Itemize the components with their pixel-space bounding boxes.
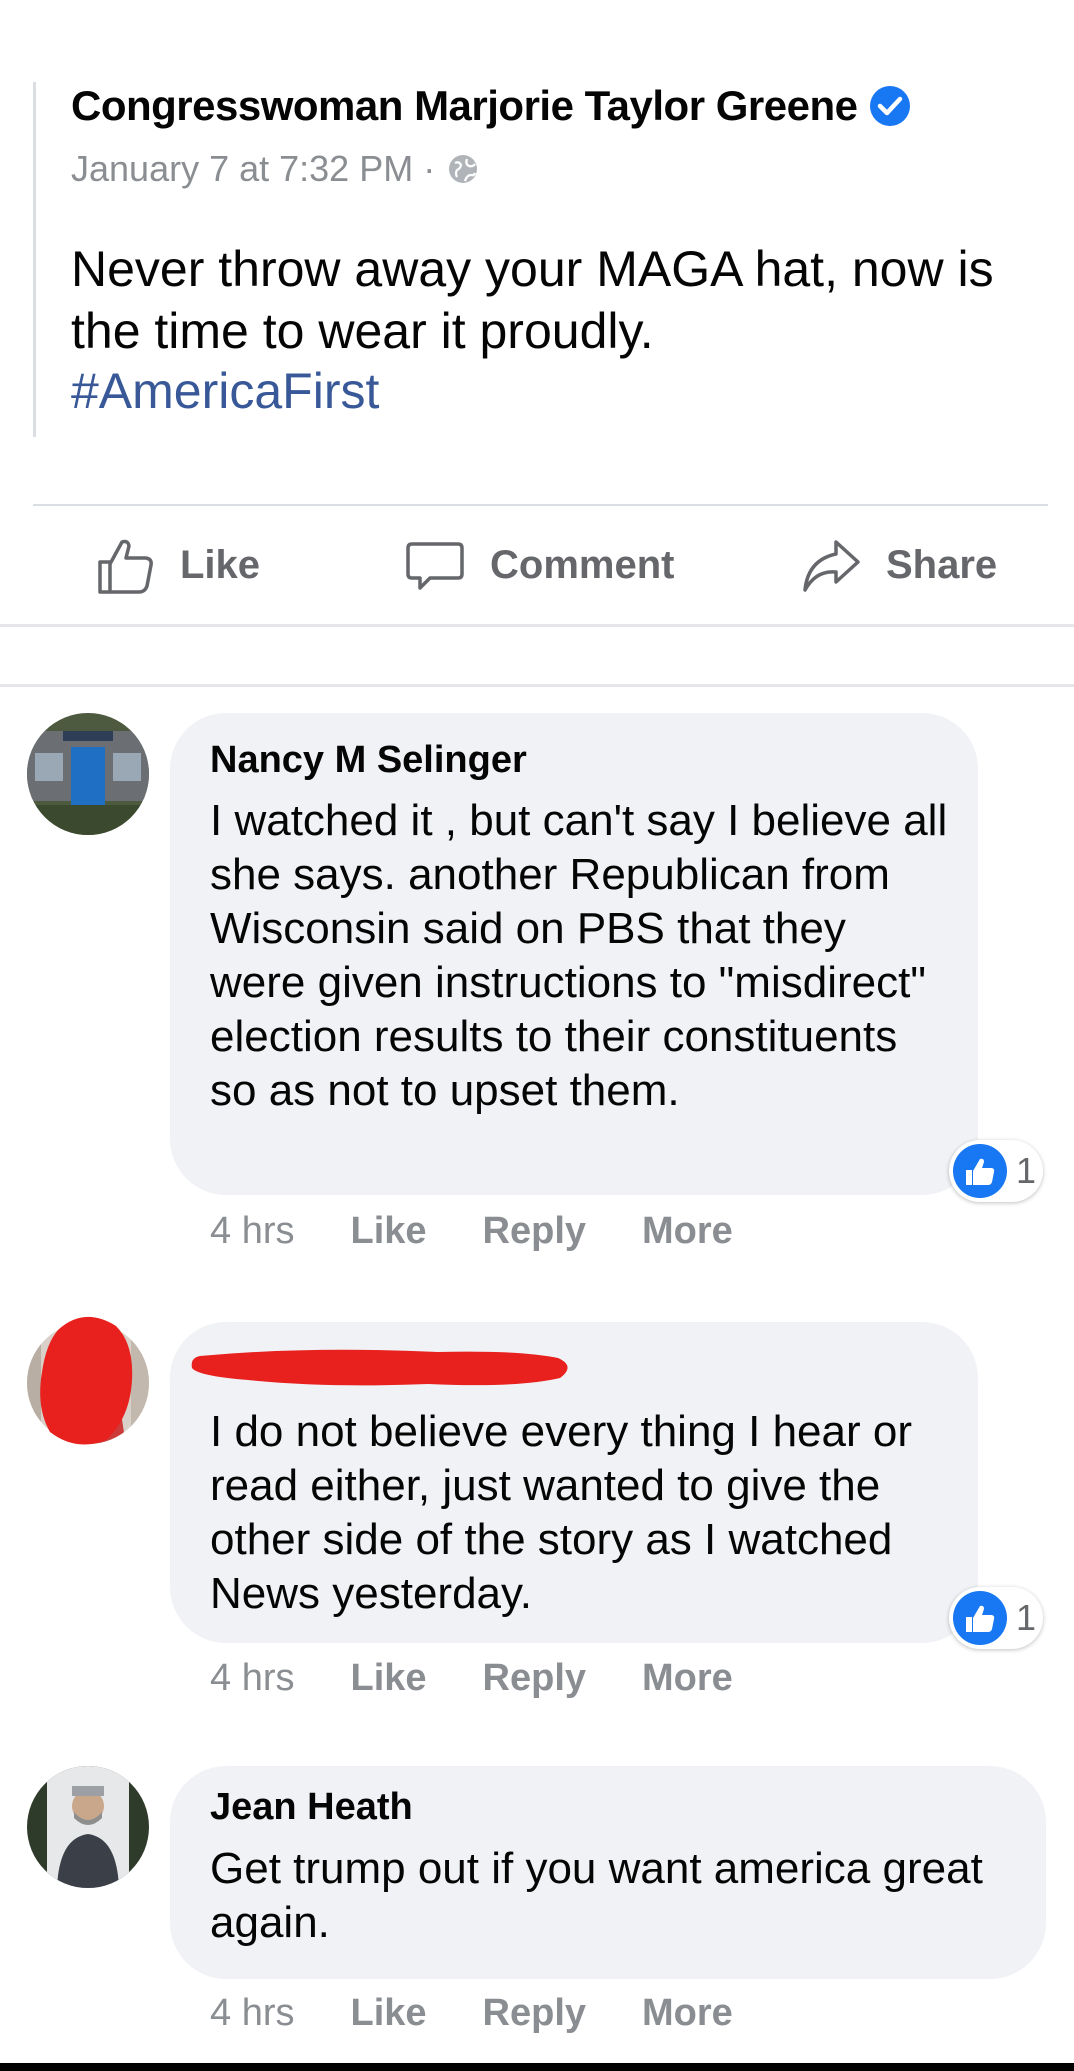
comment-time[interactable]: 4 hrs [210, 1992, 294, 2035]
post-text: Never throw away your MAGA hat, now is t… [71, 241, 994, 359]
avatar-image [27, 1766, 149, 1888]
thumbs-up-icon [98, 539, 153, 594]
comment-like-link[interactable]: Like [350, 1657, 426, 1700]
comment-actions: 4 hrs Like Reply More [210, 1657, 789, 1700]
divider [0, 624, 1074, 627]
post-author[interactable]: Congresswoman Marjorie Taylor Greene [71, 82, 858, 130]
comment-text: Get trump out if you want america great … [210, 1844, 983, 1947]
comment-reply-link[interactable]: Reply [483, 1992, 586, 2035]
divider [33, 504, 1048, 506]
comment-bubble: Jean Heath Get trump out if you want ame… [170, 1766, 1046, 1979]
comment-text: I watched it , but can't say I believe a… [210, 796, 948, 1115]
comment-like-link[interactable]: Like [350, 1210, 426, 1253]
comment-more-link[interactable]: More [642, 1657, 733, 1700]
avatar[interactable] [27, 1766, 149, 1888]
globe-icon [449, 155, 478, 183]
hashtag-link[interactable]: #AmericaFirst [71, 362, 379, 420]
reaction-count: 1 [1016, 1150, 1037, 1191]
comment-time[interactable]: 4 hrs [210, 1657, 294, 1700]
post-meta: January 7 at 7:32 PM · [71, 148, 481, 190]
like-label: Like [180, 542, 261, 587]
post-actions: Like Comment Share [0, 530, 1074, 600]
like-button[interactable]: Like [94, 530, 260, 600]
avatar[interactable] [27, 713, 149, 835]
reaction-count: 1 [1016, 1597, 1037, 1638]
avatar-image [27, 713, 149, 835]
post-timestamp[interactable]: January 7 at 7:32 PM [71, 148, 413, 190]
comment-bubble: Nancy M Selinger I watched it , but can'… [170, 713, 978, 1195]
comment-bubble: I do not believe every thing I hear or r… [170, 1322, 978, 1643]
quote-rule [33, 82, 36, 437]
comment-label: Comment [490, 542, 675, 587]
redaction-mark-avatar [40, 1316, 133, 1445]
redaction-mark-name [191, 1349, 568, 1386]
reaction-count-badge[interactable]: 1 [949, 1140, 1043, 1202]
share-button[interactable]: Share [800, 530, 997, 600]
comment-like-link[interactable]: Like [350, 1992, 426, 2035]
comment-actions: 4 hrs Like Reply More [210, 1210, 789, 1253]
comment-button[interactable]: Comment [404, 530, 674, 600]
share-label: Share [886, 542, 998, 587]
comment-reply-link[interactable]: Reply [483, 1210, 586, 1253]
comment-author[interactable]: Nancy M Selinger [210, 739, 527, 782]
speech-bubble-icon [406, 542, 464, 590]
like-reaction-icon [953, 1144, 1007, 1198]
comment-text: I do not believe every thing I hear or r… [210, 1407, 912, 1618]
reaction-count-badge[interactable]: 1 [949, 1587, 1043, 1649]
share-arrow-icon [803, 540, 860, 592]
comment-reply-link[interactable]: Reply [483, 1657, 586, 1700]
comment-author[interactable]: Jean Heath [210, 1786, 413, 1829]
comment-more-link[interactable]: More [642, 1992, 733, 2035]
screen-bottom-edge [0, 2063, 1074, 2071]
comment-more-link[interactable]: More [642, 1210, 733, 1253]
post-header: Congresswoman Marjorie Taylor Greene [71, 82, 911, 130]
meta-separator: · [423, 148, 436, 189]
verified-badge-icon [870, 86, 911, 126]
comment-actions: 4 hrs Like Reply More [210, 1992, 789, 2035]
comment-time[interactable]: 4 hrs [210, 1210, 294, 1253]
like-reaction-icon [953, 1591, 1007, 1645]
divider [0, 684, 1074, 687]
